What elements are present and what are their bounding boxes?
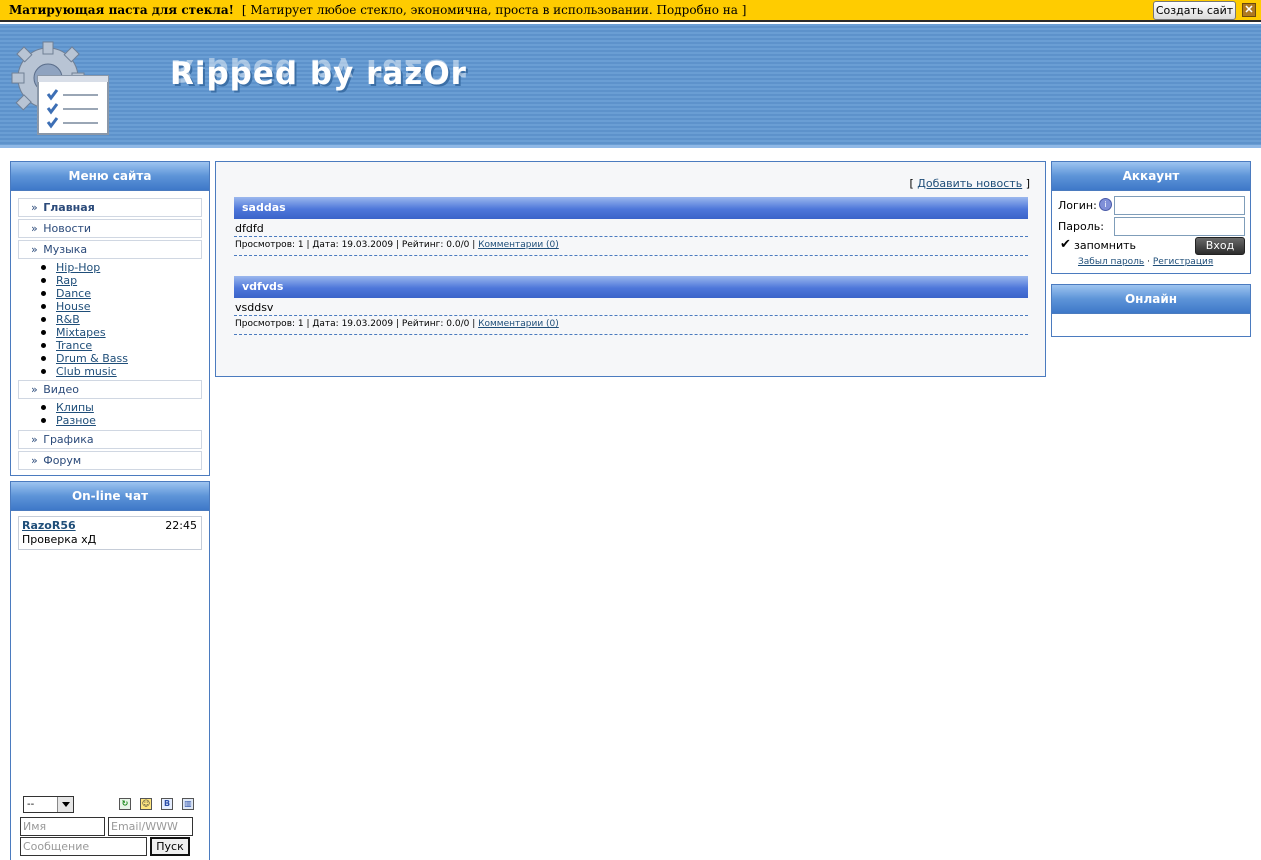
chat-select[interactable]: -- (23, 796, 74, 813)
news-comments-link[interactable]: Комментарии (0) (478, 319, 559, 329)
close-icon[interactable]: ✕ (1242, 3, 1256, 17)
music-submenu: Hip-Hop Rap Dance House R&B Mixtapes Tra… (11, 261, 209, 378)
site-menu-title: Меню сайта (11, 162, 209, 190)
menu-item-news[interactable]: » Новости (18, 219, 202, 238)
news-title[interactable]: saddas (234, 197, 1028, 219)
chat-title: On-line чат (11, 482, 209, 510)
smiley-icon[interactable]: ☺ (140, 798, 152, 810)
submenu-item: Dance (39, 287, 209, 300)
menu-item-forum[interactable]: » Форум (18, 451, 202, 470)
submenu-item: Rap (39, 274, 209, 287)
login-input[interactable] (1114, 196, 1245, 215)
add-news-link[interactable]: Добавить новость (917, 177, 1022, 190)
submenu-link-trance[interactable]: Trance (56, 339, 92, 352)
site-menu-block: Меню сайта » Главная » Новости » Музыка … (10, 161, 210, 476)
settings-icon[interactable]: ▥ (182, 798, 194, 810)
online-title: Онлайн (1052, 285, 1250, 313)
password-input[interactable] (1114, 217, 1245, 236)
submenu-item: R&B (39, 313, 209, 326)
refresh-icon[interactable]: ↻ (119, 798, 131, 810)
news-content: [ Добавить новость ] saddas dfdfd Просмо… (215, 161, 1046, 377)
menu-item-home[interactable]: » Главная (18, 198, 202, 217)
submenu-link-clips[interactable]: Клипы (56, 401, 94, 414)
chevron-down-icon (57, 797, 73, 812)
chat-message: RazoR56 22:45 Проверка хД (18, 516, 202, 550)
submenu-link-dnb[interactable]: Drum & Bass (56, 352, 128, 365)
news-body: dfdfd (235, 222, 264, 235)
news-meta: Просмотров: 1 | Дата: 19.03.2009 | Рейти… (235, 240, 559, 250)
chat-controls: -- ↻ ☺ B ▥ (23, 796, 208, 814)
account-block: Аккаунт Логин: i Пароль: ✔ запомнить Вхо… (1051, 161, 1251, 274)
ad-title[interactable]: Матирующая паста для стекла! (9, 3, 234, 17)
submenu-item: Trance (39, 339, 209, 352)
chat-message-input[interactable]: Сообщение (20, 837, 147, 856)
login-button[interactable]: Вход (1195, 237, 1245, 255)
ad-bar: Матирующая паста для стекла! [ Матирует … (0, 0, 1261, 22)
ad-text[interactable]: [ Матирует любое стекло, экономична, про… (242, 3, 747, 17)
news-meta: Просмотров: 1 | Дата: 19.03.2009 | Рейти… (235, 319, 559, 329)
online-block: Онлайн (1051, 284, 1251, 337)
submenu-link-misc[interactable]: Разное (56, 414, 96, 427)
submenu-item: Drum & Bass (39, 352, 209, 365)
submenu-item: Разное (39, 414, 209, 427)
forgot-password-link[interactable]: Забыл пароль (1078, 257, 1144, 267)
chat-time: 22:45 (165, 519, 197, 532)
checklist-gear-logo-icon (11, 41, 109, 135)
news-body: vsddsv (235, 301, 274, 314)
submenu-item: Hip-Hop (39, 261, 209, 274)
submenu-link-dance[interactable]: Dance (56, 287, 91, 300)
create-site-button[interactable]: Создать сайт (1153, 1, 1236, 20)
password-label: Пароль: (1058, 220, 1104, 233)
remember-label: запомнить (1074, 239, 1137, 252)
submenu-link-rap[interactable]: Rap (56, 274, 77, 287)
account-links: Забыл пароль · Регистрация (1078, 257, 1214, 267)
menu-item-video[interactable]: » Видео (18, 380, 202, 399)
login-label: Логин: (1058, 199, 1097, 212)
submenu-item: House (39, 300, 209, 313)
site-title-reflection: Ripped by razOr (170, 58, 467, 88)
news-comments-link[interactable]: Комментарии (0) (478, 240, 559, 250)
chat-text: Проверка хД (22, 533, 97, 546)
submenu-item: Клипы (39, 401, 209, 414)
remember-checkbox[interactable]: ✔ (1060, 238, 1072, 251)
video-submenu: Клипы Разное (11, 401, 209, 427)
chat-block: On-line чат RazoR56 22:45 Проверка хД --… (10, 481, 210, 860)
register-link[interactable]: Регистрация (1153, 257, 1213, 267)
news-title[interactable]: vdfvds (234, 276, 1028, 298)
site-header: Ripped by razOr Ripped by razOr (0, 24, 1261, 148)
submenu-link-mixtapes[interactable]: Mixtapes (56, 326, 106, 339)
submenu-item: Mixtapes (39, 326, 209, 339)
menu-item-graphics[interactable]: » Графика (18, 430, 202, 449)
submenu-link-house[interactable]: House (56, 300, 90, 313)
chat-send-button[interactable]: Пуск (150, 837, 190, 856)
menu-item-music[interactable]: » Музыка (18, 240, 202, 259)
info-icon[interactable]: i (1099, 198, 1112, 211)
chat-name-input[interactable]: Имя (20, 817, 105, 836)
add-news-area: [ Добавить новость ] (909, 177, 1030, 190)
bbcode-icon[interactable]: B (161, 798, 173, 810)
account-title: Аккаунт (1052, 162, 1250, 190)
chat-email-input[interactable]: Email/WWW (108, 817, 193, 836)
submenu-link-rnb[interactable]: R&B (56, 313, 80, 326)
submenu-link-hiphop[interactable]: Hip-Hop (56, 261, 100, 274)
submenu-link-clubmusic[interactable]: Club music (56, 365, 117, 378)
submenu-item: Club music (39, 365, 209, 378)
